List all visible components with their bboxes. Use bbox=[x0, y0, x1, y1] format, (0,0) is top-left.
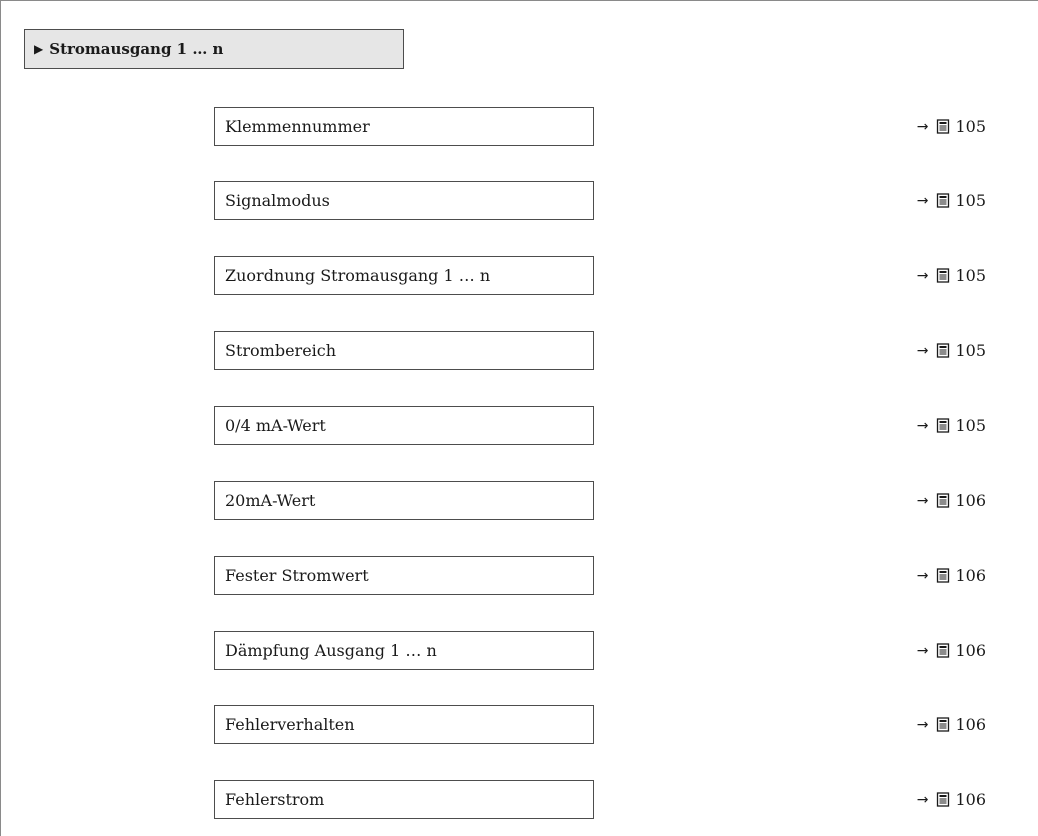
submenu-header-label: Stromausgang 1 … n bbox=[49, 40, 224, 58]
page-number: 106 bbox=[955, 641, 986, 660]
parameter-row: Fehlerstrom → 106 bbox=[0, 780, 1038, 819]
expand-triangle-icon: ▶ bbox=[34, 42, 44, 56]
parameter-row: Fehlerverhalten → 106 bbox=[0, 705, 1038, 744]
parameter-row: Klemmennummer → 105 bbox=[0, 107, 1038, 146]
parameter-box[interactable]: Klemmennummer bbox=[214, 107, 594, 146]
arrow-right-icon: → bbox=[916, 716, 929, 733]
page-number: 106 bbox=[955, 715, 986, 734]
arrow-right-icon: → bbox=[916, 118, 929, 135]
page-reference[interactable]: → 105 bbox=[917, 406, 986, 445]
page-number: 105 bbox=[955, 341, 986, 360]
arrow-right-icon: → bbox=[916, 267, 929, 284]
page-reference[interactable]: → 106 bbox=[917, 631, 986, 670]
page-number: 105 bbox=[955, 117, 986, 136]
arrow-right-icon: → bbox=[916, 642, 929, 659]
page-number: 106 bbox=[955, 790, 986, 809]
parameter-label: 0/4 mA-Wert bbox=[225, 416, 326, 435]
frame-top-border bbox=[0, 0, 1038, 1]
parameter-row: 20mA-Wert → 106 bbox=[0, 481, 1038, 520]
parameter-box[interactable]: Zuordnung Stromausgang 1 … n bbox=[214, 256, 594, 295]
parameter-label: Signalmodus bbox=[225, 191, 330, 210]
arrow-right-icon: → bbox=[916, 192, 929, 209]
page-reference[interactable]: → 106 bbox=[917, 556, 986, 595]
parameter-row: 0/4 mA-Wert → 105 bbox=[0, 406, 1038, 445]
parameter-row: Signalmodus → 105 bbox=[0, 181, 1038, 220]
parameter-row: Strombereich → 105 bbox=[0, 331, 1038, 370]
arrow-right-icon: → bbox=[916, 417, 929, 434]
arrow-right-icon: → bbox=[916, 567, 929, 584]
page-reference-icon bbox=[936, 493, 950, 508]
parameter-box[interactable]: Dämpfung Ausgang 1 … n bbox=[214, 631, 594, 670]
page-reference[interactable]: → 106 bbox=[917, 705, 986, 744]
parameter-row: Fester Stromwert → 106 bbox=[0, 556, 1038, 595]
page-reference[interactable]: → 105 bbox=[917, 331, 986, 370]
parameter-box[interactable]: Fehlerverhalten bbox=[214, 705, 594, 744]
parameter-label: Strombereich bbox=[225, 341, 337, 360]
parameter-label: Fehlerverhalten bbox=[225, 715, 355, 734]
page-reference-icon bbox=[936, 418, 950, 433]
parameter-label: Dämpfung Ausgang 1 … n bbox=[225, 641, 437, 660]
parameter-row: Zuordnung Stromausgang 1 … n → 105 bbox=[0, 256, 1038, 295]
page-reference-icon bbox=[936, 643, 950, 658]
submenu-header[interactable]: ▶ Stromausgang 1 … n bbox=[24, 29, 404, 69]
page-reference-icon bbox=[936, 268, 950, 283]
parameter-box[interactable]: 20mA-Wert bbox=[214, 481, 594, 520]
parameter-box[interactable]: Fehlerstrom bbox=[214, 780, 594, 819]
page-number: 105 bbox=[955, 191, 986, 210]
arrow-right-icon: → bbox=[916, 492, 929, 509]
page-reference[interactable]: → 106 bbox=[917, 780, 986, 819]
page-reference[interactable]: → 105 bbox=[917, 107, 986, 146]
parameter-box[interactable]: Signalmodus bbox=[214, 181, 594, 220]
page-reference-icon bbox=[936, 717, 950, 732]
parameter-label: Zuordnung Stromausgang 1 … n bbox=[225, 266, 491, 285]
parameter-label: Fester Stromwert bbox=[225, 566, 369, 585]
parameter-label: Klemmennummer bbox=[225, 117, 370, 136]
page-reference-icon bbox=[936, 193, 950, 208]
parameter-label: Fehlerstrom bbox=[225, 790, 325, 809]
page-number: 106 bbox=[955, 491, 986, 510]
parameter-box[interactable]: Strombereich bbox=[214, 331, 594, 370]
page-reference[interactable]: → 105 bbox=[917, 181, 986, 220]
page-number: 105 bbox=[955, 416, 986, 435]
page-number: 105 bbox=[955, 266, 986, 285]
page-reference[interactable]: → 105 bbox=[917, 256, 986, 295]
parameter-box[interactable]: Fester Stromwert bbox=[214, 556, 594, 595]
arrow-right-icon: → bbox=[916, 342, 929, 359]
page-reference-icon bbox=[936, 343, 950, 358]
parameter-label: 20mA-Wert bbox=[225, 491, 316, 510]
parameter-row: Dämpfung Ausgang 1 … n → 106 bbox=[0, 631, 1038, 670]
arrow-right-icon: → bbox=[916, 791, 929, 808]
page-number: 106 bbox=[955, 566, 986, 585]
page-reference[interactable]: → 106 bbox=[917, 481, 986, 520]
page-reference-icon bbox=[936, 792, 950, 807]
parameter-box[interactable]: 0/4 mA-Wert bbox=[214, 406, 594, 445]
page-reference-icon bbox=[936, 568, 950, 583]
page-reference-icon bbox=[936, 119, 950, 134]
